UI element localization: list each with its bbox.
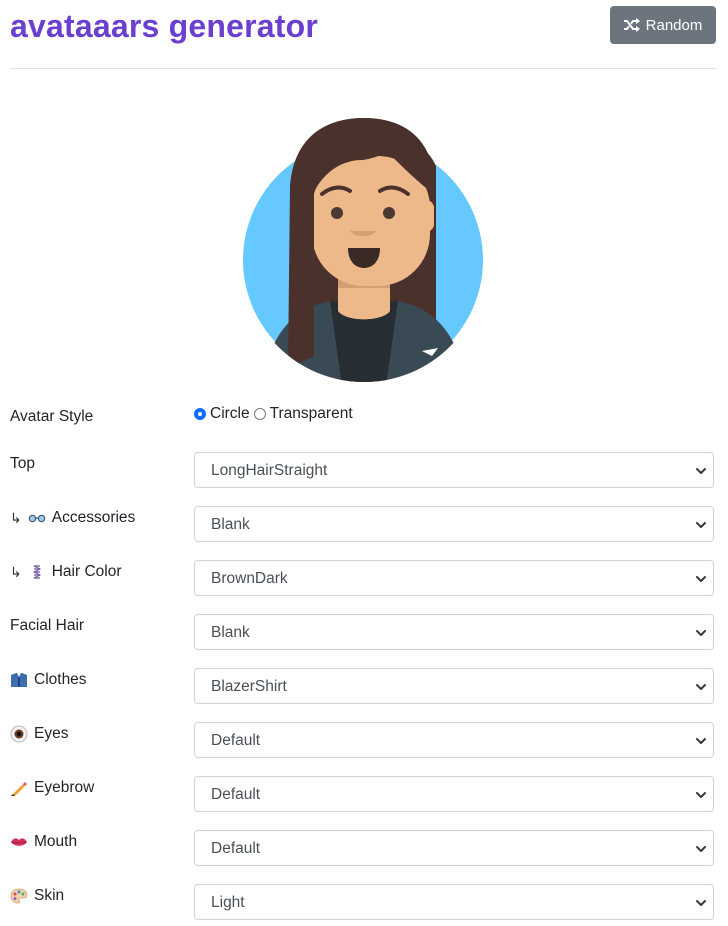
chevron-down-icon: [696, 792, 706, 798]
row-accessories: ↳ Accessories Blank: [10, 506, 716, 544]
radio-transparent[interactable]: [253, 408, 266, 420]
select-value: Light: [211, 894, 245, 911]
label-top: Top: [10, 452, 35, 476]
hair-spring-icon: [28, 564, 46, 580]
row-eyebrow: Eyebrow Default: [10, 776, 716, 814]
label-skin: Skin: [10, 884, 64, 908]
lips-icon: [10, 836, 28, 848]
label-text: Clothes: [34, 671, 87, 688]
avatar-style-row: Avatar Style Circle Transparent: [10, 405, 716, 429]
shirt-icon: [10, 672, 28, 688]
pencil-icon: [10, 779, 28, 797]
label-eyebrow: Eyebrow: [10, 776, 94, 800]
child-arrow-icon: ↳: [10, 509, 22, 526]
radio-circle[interactable]: [194, 408, 206, 420]
select-value: Blank: [211, 516, 250, 533]
chevron-down-icon: [696, 738, 706, 744]
row-mouth: Mouth Default: [10, 830, 716, 868]
row-top: Top LongHairStraight: [10, 452, 716, 490]
avatar-style-transparent[interactable]: Transparent: [253, 405, 353, 423]
label-text: Hair Color: [51, 563, 122, 580]
select-accessories[interactable]: Blank: [194, 506, 714, 542]
label-text: Skin: [34, 887, 65, 904]
select-value: BlazerShirt: [211, 678, 287, 695]
avatar-preview: [242, 96, 486, 386]
select-value: Default: [211, 732, 261, 749]
label-hair-color: ↳ Hair Color: [10, 560, 122, 584]
eye-icon: [10, 725, 28, 743]
random-button[interactable]: Random: [610, 6, 716, 44]
label-text: Eyes: [34, 725, 69, 742]
row-eyes: Eyes Default: [10, 722, 716, 760]
select-hair-color[interactable]: BrownDark: [194, 560, 714, 596]
label-facial-hair: Facial Hair: [10, 614, 84, 638]
chevron-down-icon: [696, 576, 706, 582]
page-title: avataaars generator: [10, 8, 318, 44]
label-text: Mouth: [34, 833, 78, 850]
select-skin[interactable]: Light: [194, 884, 714, 920]
page-header: avataaars generator Random: [10, 0, 716, 69]
avatar-style-options: Circle Transparent: [194, 405, 357, 423]
select-mouth[interactable]: Default: [194, 830, 714, 866]
row-hair-color: ↳ Hair Color BrownDark: [10, 560, 716, 598]
avatar-style-circle[interactable]: Circle: [194, 405, 250, 423]
label-eyes: Eyes: [10, 722, 68, 746]
select-value: Default: [211, 786, 261, 803]
chevron-down-icon: [696, 846, 706, 852]
label-clothes: Clothes: [10, 668, 87, 692]
select-eyes[interactable]: Default: [194, 722, 714, 758]
select-value: BrownDark: [211, 570, 288, 587]
child-arrow-icon: ↳: [10, 563, 22, 580]
row-clothes: Clothes BlazerShirt: [10, 668, 716, 706]
random-button-label: Random: [645, 16, 703, 34]
radio-transparent-label: Transparent: [269, 405, 353, 422]
label-text: Top: [10, 455, 35, 472]
chevron-down-icon: [696, 630, 706, 636]
chevron-down-icon: [696, 684, 706, 690]
glasses-icon: [28, 513, 46, 523]
label-text: Facial Hair: [10, 617, 85, 634]
select-value: Blank: [211, 624, 250, 641]
palette-icon: [10, 888, 28, 904]
row-facial-hair: Facial Hair Blank: [10, 614, 716, 652]
label-mouth: Mouth: [10, 830, 77, 854]
select-eyebrow[interactable]: Default: [194, 776, 714, 812]
label-accessories: ↳ Accessories: [10, 506, 135, 530]
radio-circle-label: Circle: [210, 405, 250, 422]
select-value: Default: [211, 840, 261, 857]
chevron-down-icon: [696, 900, 706, 906]
avatar-style-label: Avatar Style: [10, 408, 94, 425]
select-top[interactable]: LongHairStraight: [194, 452, 714, 488]
chevron-down-icon: [696, 468, 706, 474]
select-clothes[interactable]: BlazerShirt: [194, 668, 714, 704]
shuffle-icon: [623, 18, 640, 32]
label-text: Accessories: [51, 509, 136, 526]
label-text: Eyebrow: [34, 779, 95, 796]
avatar-image: [243, 118, 483, 383]
chevron-down-icon: [696, 522, 706, 528]
select-value: LongHairStraight: [211, 462, 328, 479]
row-skin: Skin Light: [10, 884, 716, 922]
select-facial-hair[interactable]: Blank: [194, 614, 714, 650]
